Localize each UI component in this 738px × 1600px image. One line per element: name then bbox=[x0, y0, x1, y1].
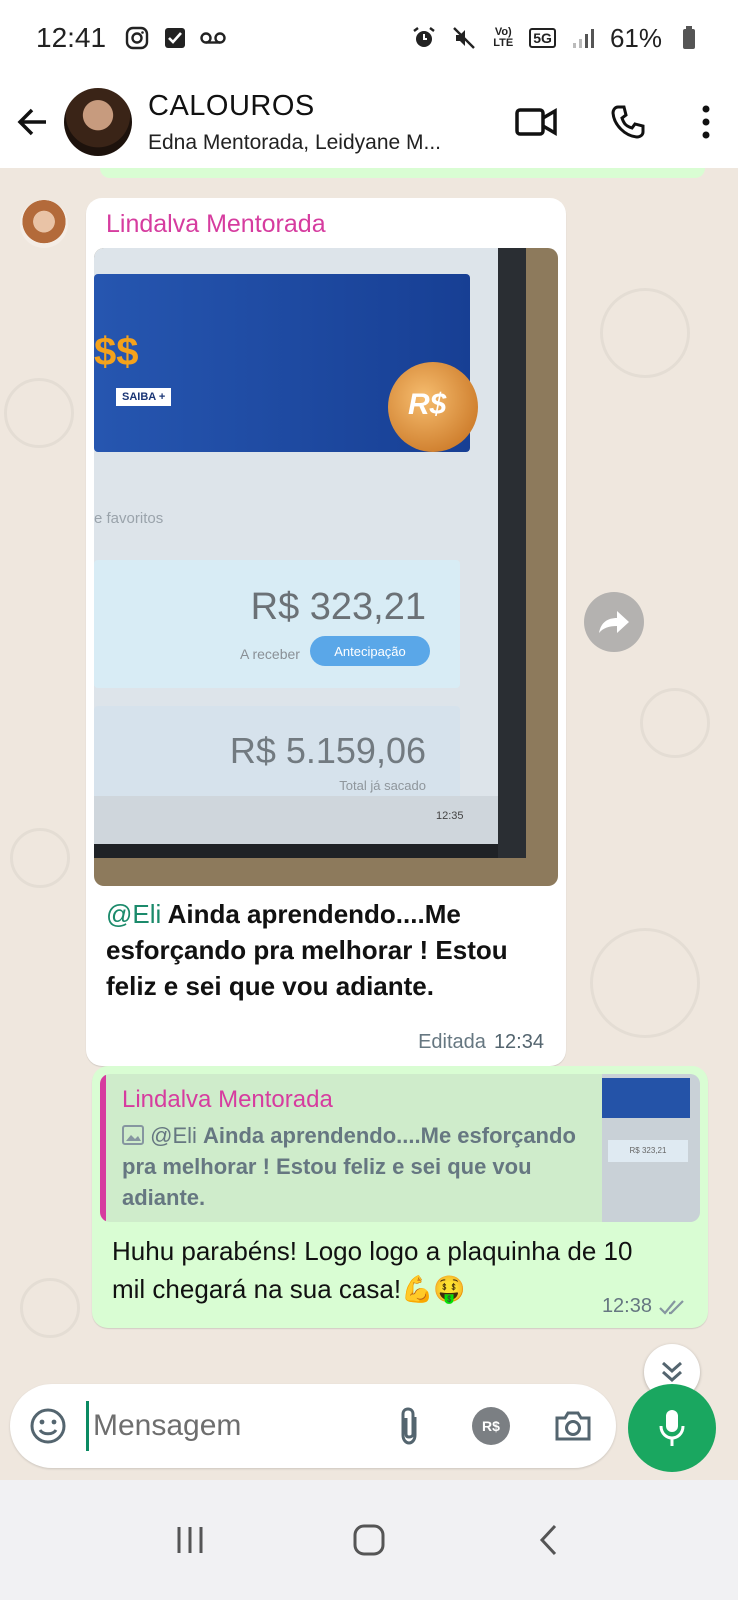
photo-banner: $$ SAIBA + R$ bbox=[94, 274, 478, 452]
receive-label: A receber bbox=[240, 646, 300, 662]
more-options-button[interactable] bbox=[674, 76, 738, 168]
banner-button: SAIBA + bbox=[116, 388, 172, 406]
previous-message-edge bbox=[100, 168, 705, 178]
sender-avatar[interactable] bbox=[20, 200, 68, 248]
microphone-icon bbox=[659, 1410, 685, 1446]
forward-button[interactable] bbox=[584, 592, 644, 652]
incoming-message[interactable]: Lindalva Mentorada $$ SAIBA + R$ e favor… bbox=[86, 198, 566, 1066]
chat-info[interactable]: CALOUROS Edna Mentorada, Leidyane M... bbox=[148, 90, 478, 155]
home-button[interactable] bbox=[329, 1500, 409, 1580]
double-chevron-down-icon bbox=[662, 1361, 682, 1383]
message-photo[interactable]: $$ SAIBA + R$ e favoritos R$ 323,21 A re… bbox=[94, 248, 558, 886]
group-avatar[interactable] bbox=[64, 88, 132, 156]
quoted-message[interactable]: Lindalva Mentorada @Eli Ainda aprendendo… bbox=[100, 1074, 700, 1222]
system-navigation-bar bbox=[0, 1480, 738, 1600]
kebab-menu-icon bbox=[702, 105, 710, 139]
chevron-left-icon bbox=[540, 1524, 557, 1556]
wallpaper-doodle bbox=[640, 688, 710, 758]
back-nav-button[interactable] bbox=[508, 1500, 588, 1580]
reply-time: 12:38 bbox=[601, 1295, 652, 1317]
message-text: @Eli Ainda aprendendo....Me esforçando p… bbox=[106, 896, 546, 1004]
banner-dollar: $$ bbox=[94, 330, 139, 374]
recent-apps-button[interactable] bbox=[150, 1500, 230, 1580]
voicemail-icon bbox=[200, 25, 226, 51]
amount-withdrawn: R$ 5.159,06 bbox=[229, 730, 426, 771]
image-icon bbox=[122, 1125, 144, 1145]
mute-icon bbox=[451, 25, 477, 51]
chat-members: Edna Mentorada, Leidyane M... bbox=[148, 130, 442, 154]
chat-title: CALOUROS bbox=[148, 89, 315, 122]
alarm-icon bbox=[411, 25, 437, 51]
taskbar-clock: 12:35 bbox=[436, 810, 464, 822]
withdrawn-card: R$ 5.159,06 Total já sacado bbox=[94, 706, 460, 806]
thumbnail-banner bbox=[602, 1078, 690, 1118]
coin-label: R$ bbox=[408, 388, 447, 421]
message-body: Ainda aprendendo....Me esforçando pra me… bbox=[106, 899, 508, 1001]
thumbnail-card: R$ 323,21 bbox=[608, 1140, 688, 1162]
coin-graphic: R$ bbox=[388, 362, 478, 452]
quote-sender: Lindalva Mentorada bbox=[122, 1086, 333, 1113]
favorites-label: e favoritos bbox=[94, 510, 164, 527]
status-bar: 12:41 Vo) LTE 5G 61% bbox=[0, 0, 738, 76]
voice-call-button[interactable] bbox=[582, 76, 674, 168]
camera-icon bbox=[555, 1411, 591, 1441]
video-call-button[interactable] bbox=[490, 76, 582, 168]
total-label: Total já sacado bbox=[339, 778, 426, 793]
battery-icon bbox=[676, 25, 702, 51]
arrow-left-icon bbox=[17, 108, 46, 136]
monitor-bezel bbox=[498, 248, 526, 858]
message-input[interactable] bbox=[86, 1401, 368, 1451]
wallpaper-doodle bbox=[4, 378, 74, 448]
mention-link[interactable]: @Eli bbox=[106, 899, 161, 929]
photo-taskbar: 12:35 bbox=[94, 796, 516, 844]
paperclip-icon bbox=[401, 1407, 417, 1445]
quote-mention: @Eli bbox=[150, 1123, 197, 1148]
wallpaper-doodle bbox=[10, 828, 70, 888]
voice-message-button[interactable] bbox=[628, 1384, 716, 1472]
quote-accent-bar bbox=[100, 1074, 106, 1222]
instagram-icon bbox=[124, 25, 150, 51]
wallpaper-doodle bbox=[20, 1278, 80, 1338]
phone-icon bbox=[611, 105, 645, 139]
edited-label: Editada bbox=[418, 1031, 486, 1053]
chat-header: CALOUROS Edna Mentorada, Leidyane M... bbox=[0, 76, 738, 168]
chat-messages[interactable]: Lindalva Mentorada $$ SAIBA + R$ e favor… bbox=[0, 168, 738, 1420]
photo-screen: $$ SAIBA + R$ e favoritos R$ 323,21 A re… bbox=[94, 248, 524, 858]
camera-button[interactable] bbox=[532, 1384, 614, 1468]
antecipation-badge: Antecipação bbox=[310, 636, 430, 666]
message-sender[interactable]: Lindalva Mentorada bbox=[106, 210, 326, 239]
balance-card: R$ 323,21 A receber Antecipação bbox=[94, 560, 460, 688]
reply-text: Huhu parabéns! Logo logo a plaquinha de … bbox=[112, 1236, 633, 1304]
payment-button[interactable]: R$ bbox=[450, 1384, 532, 1468]
message-time: 12:34 bbox=[493, 1031, 544, 1053]
5g-label: 5G bbox=[529, 28, 556, 48]
payment-icon: R$ bbox=[472, 1407, 510, 1445]
message-composer: R$ bbox=[10, 1384, 616, 1468]
status-time: 12:41 bbox=[36, 22, 107, 53]
checkbox-notification-icon bbox=[162, 25, 188, 51]
home-icon bbox=[353, 1524, 385, 1556]
message-meta: Editada 12:34 bbox=[418, 1031, 544, 1054]
volte-label: Vo) LTE bbox=[493, 26, 514, 49]
quote-text: @Eli Ainda aprendendo....Me esforçando p… bbox=[122, 1120, 588, 1213]
reply-meta: 12:38 bbox=[602, 1295, 686, 1318]
back-button[interactable] bbox=[0, 76, 64, 168]
recent-apps-icon bbox=[177, 1527, 203, 1553]
video-camera-icon bbox=[515, 107, 557, 137]
wallpaper-doodle bbox=[590, 928, 700, 1038]
signal-strength-icon bbox=[570, 25, 596, 51]
forward-icon bbox=[599, 611, 629, 633]
attach-button[interactable] bbox=[368, 1384, 450, 1468]
emoji-button[interactable] bbox=[10, 1384, 86, 1468]
double-check-icon bbox=[659, 1299, 684, 1315]
quote-thumbnail: R$ 323,21 bbox=[602, 1074, 700, 1222]
battery-percent: 61% bbox=[609, 22, 662, 53]
emoji-icon bbox=[30, 1408, 66, 1444]
outgoing-message[interactable]: Lindalva Mentorada @Eli Ainda aprendendo… bbox=[92, 1066, 708, 1328]
amount-to-receive: R$ 323,21 bbox=[250, 586, 426, 628]
wallpaper-doodle bbox=[600, 288, 690, 378]
